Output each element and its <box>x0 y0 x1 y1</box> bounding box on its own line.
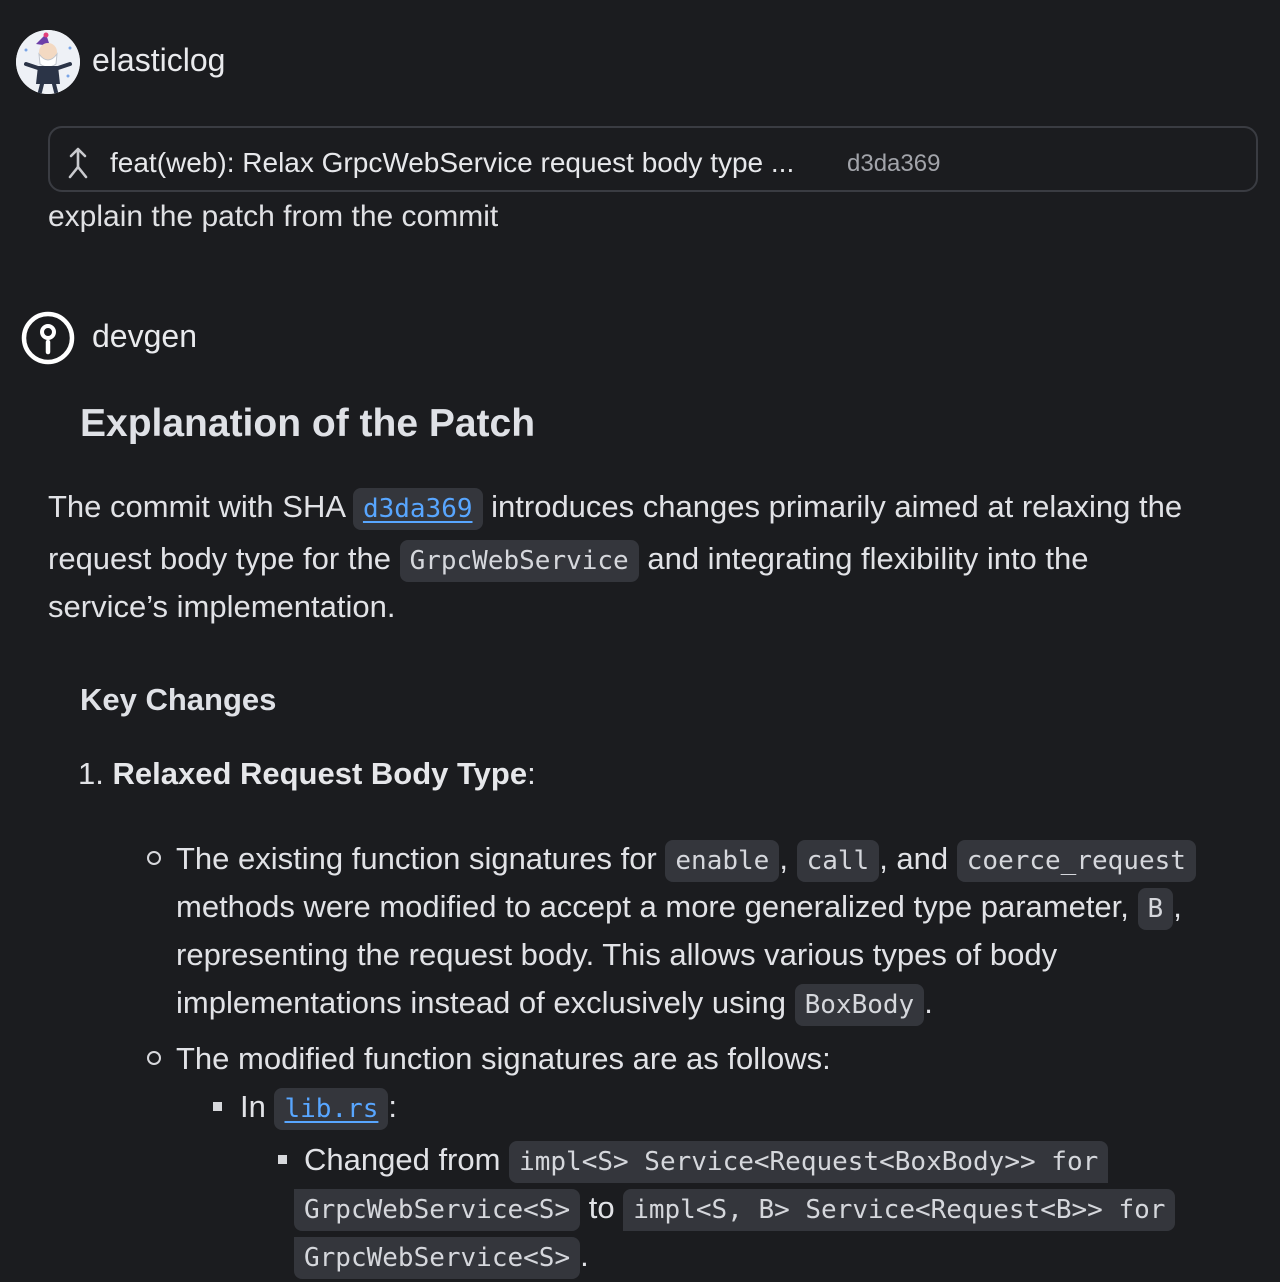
intro-text-2: introduces changes primarily aimed at re… <box>491 489 1183 524</box>
devgen-logo-icon <box>20 310 76 366</box>
intro-text-3: request body type for the <box>48 541 391 576</box>
bot-name: devgen <box>92 318 197 354</box>
bullet-1-line-2: methods were modified to accept a more g… <box>176 883 1182 933</box>
intro-paragraph: The commit with SHA d3da369 introduces c… <box>48 482 1268 636</box>
user-avatar <box>16 30 80 94</box>
commit-title: feat(web): Relax GrpcWebService request … <box>110 147 795 178</box>
commit-sha: d3da369 <box>847 150 941 177</box>
change-line-1: Changed from impl<S> Service<Request<Box… <box>304 1136 1109 1186</box>
bullet-circle-icon <box>147 1051 161 1065</box>
list-number: 1. <box>78 756 104 791</box>
change-line-3: GrpcWebService<S>. <box>294 1232 589 1282</box>
bullet-1-line-4: implementations instead of exclusively u… <box>176 979 933 1029</box>
bullet-circle-icon <box>147 851 161 865</box>
to-signature-code-cont: GrpcWebService<S> <box>294 1237 581 1279</box>
from-signature-code: impl<S> Service<Request<BoxBody>> for <box>509 1141 1109 1183</box>
bullet-1-line-1: The existing function signatures for ena… <box>176 835 1196 885</box>
commit-sha-link[interactable]: d3da369 <box>352 488 483 530</box>
from-signature-code-cont: GrpcWebService<S> <box>294 1189 581 1231</box>
bullet-1-line-3: representing the request body. This allo… <box>176 937 1058 972</box>
coerce-request-code: coerce_request <box>956 840 1196 882</box>
user-name: elasticlog <box>92 42 226 78</box>
service-code: GrpcWebService <box>399 540 639 582</box>
list-item-title: Relaxed Request Body Type <box>112 756 528 791</box>
bullet-2-text: The modified function signatures are as … <box>176 1041 831 1076</box>
to-signature-code: impl<S, B> Service<Request<B>> for <box>623 1189 1176 1231</box>
intro-text-4: and integrating flexibility into the <box>647 541 1089 576</box>
intro-text-5: service’s implementation. <box>48 589 396 624</box>
key-changes-heading: Key Changes <box>80 682 277 717</box>
response-heading: Explanation of the Patch <box>80 402 536 445</box>
file-link-lib-rs[interactable]: lib.rs <box>274 1088 389 1130</box>
git-commit-icon <box>64 147 92 179</box>
list-item: 1. Relaxed Request Body Type: <box>78 756 536 791</box>
call-code: call <box>796 840 880 882</box>
bullet-square-icon <box>213 1102 222 1111</box>
intro-text-1: The commit with SHA <box>48 489 345 524</box>
type-param-code: B <box>1137 888 1174 930</box>
user-message: explain the patch from the commit <box>48 200 499 233</box>
enable-code: enable <box>665 840 780 882</box>
boxbody-code: BoxBody <box>794 984 925 1026</box>
change-line-2: GrpcWebService<S> to impl<S, B> Service<… <box>294 1184 1176 1234</box>
bullet-square-icon <box>278 1155 287 1164</box>
sub-bullet-text: In lib.rs: <box>240 1083 397 1133</box>
